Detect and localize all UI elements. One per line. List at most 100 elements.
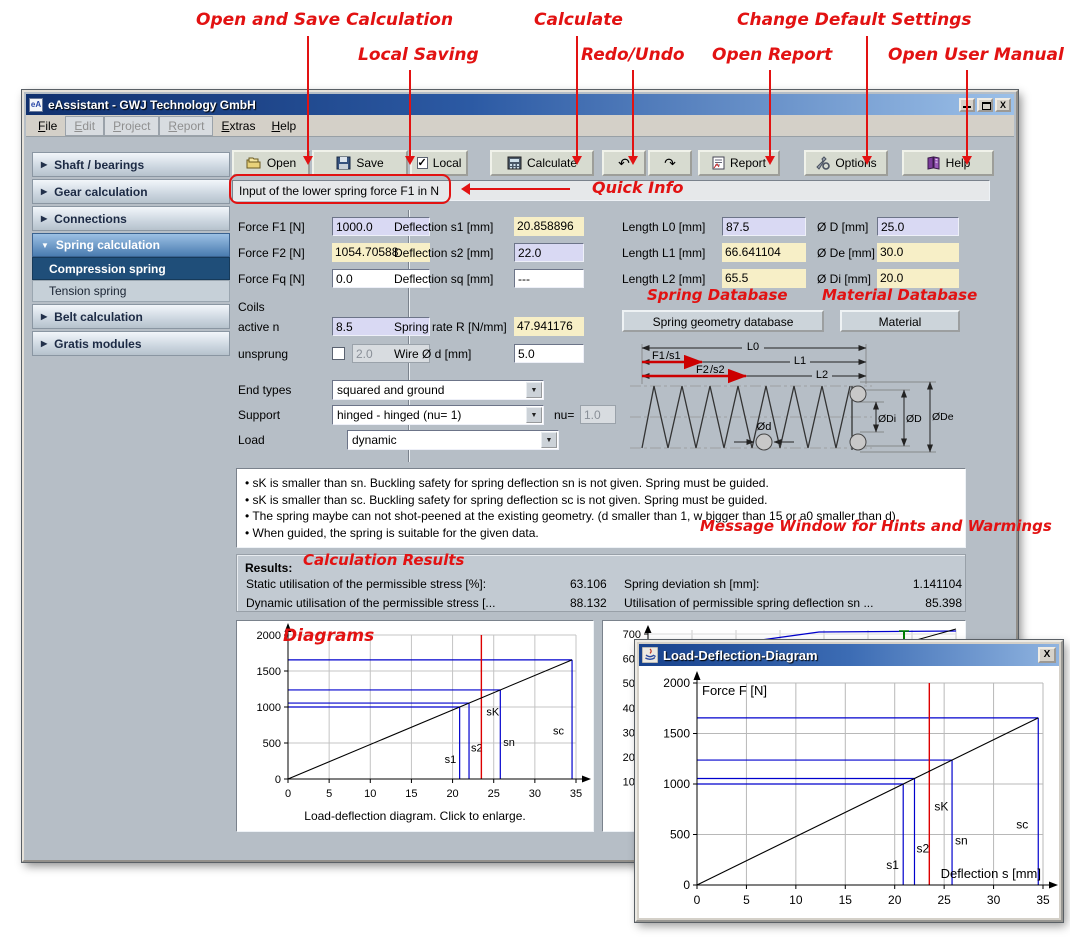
sidebar-item-shaft-bearings[interactable]: ▶ Shaft / bearings bbox=[32, 152, 230, 177]
sidebar-item-connections[interactable]: ▶ Connections bbox=[32, 206, 230, 231]
svg-text:35: 35 bbox=[570, 788, 582, 800]
deflection-s2-field[interactable]: 22.0 bbox=[514, 243, 584, 262]
svg-text:1000: 1000 bbox=[663, 777, 690, 791]
deflection-s1-label: Deflection s1 [mm] bbox=[394, 220, 493, 234]
annotation-arrow bbox=[409, 70, 411, 162]
svg-text:20: 20 bbox=[446, 788, 458, 800]
svg-text:15: 15 bbox=[405, 788, 417, 800]
open-button[interactable]: Open bbox=[232, 150, 310, 176]
float-titlebar[interactable]: Load-Deflection-Diagram X bbox=[639, 644, 1059, 666]
annotation-material-db: Material Database bbox=[822, 286, 977, 304]
dia-de-field[interactable]: 30.0 bbox=[877, 243, 959, 262]
result-label: Utilisation of permissible spring deflec… bbox=[624, 596, 873, 610]
svg-text:sc: sc bbox=[1016, 817, 1028, 831]
svg-text:25: 25 bbox=[937, 893, 951, 907]
annotation-spring-db: Spring Database bbox=[647, 286, 788, 304]
length-l0-field[interactable]: 87.5 bbox=[722, 217, 806, 236]
annotation-calculate: Calculate bbox=[534, 10, 623, 30]
redo-button[interactable]: ↷ bbox=[648, 150, 692, 176]
nu-field: 1.0 bbox=[580, 405, 616, 424]
sidebar-item-gratis-modules[interactable]: ▶ Gratis modules bbox=[32, 331, 230, 356]
end-types-value: squared and ground bbox=[337, 383, 444, 397]
dim-l2-label: L2 bbox=[816, 369, 828, 381]
sidebar-item-label: Compression spring bbox=[49, 262, 166, 276]
dia-d-field[interactable]: 25.0 bbox=[877, 217, 959, 236]
float-close-button[interactable]: X bbox=[1038, 647, 1056, 663]
svg-text:5: 5 bbox=[326, 788, 332, 800]
unsprung-checkbox[interactable] bbox=[332, 347, 345, 360]
dim-l0-label: L0 bbox=[747, 341, 759, 353]
support-label: Support bbox=[238, 408, 280, 422]
local-checkbox[interactable]: ✓ bbox=[417, 157, 428, 169]
result-value: 1.141104 bbox=[902, 577, 962, 591]
material-button[interactable]: Material bbox=[840, 310, 960, 332]
load-deflection-diagram-small[interactable]: s1s2snscsK051015202530350500100015002000… bbox=[236, 620, 594, 832]
deflection-sq-field[interactable]: --- bbox=[514, 269, 584, 288]
force-fq-label: Force Fq [N] bbox=[238, 272, 305, 286]
sidebar-item-tension-spring[interactable]: Tension spring bbox=[32, 280, 230, 302]
sidebar-item-gear-calculation[interactable]: ▶ Gear calculation bbox=[32, 179, 230, 204]
support-select[interactable]: hinged - hinged (nu= 1) ▼ bbox=[332, 405, 544, 425]
deflection-s1-field[interactable]: 20.858896 bbox=[514, 217, 584, 236]
open-folder-icon bbox=[246, 156, 262, 170]
force-f2-label: Force F2 [N] bbox=[238, 246, 305, 260]
load-select[interactable]: dynamic ▼ bbox=[347, 430, 559, 450]
dim-di-label: ØDi bbox=[878, 413, 896, 425]
chevron-down-icon[interactable]: ▼ bbox=[541, 432, 557, 448]
annotation-local-saving: Local Saving bbox=[358, 45, 479, 65]
svg-text:10: 10 bbox=[364, 788, 376, 800]
end-types-select[interactable]: squared and ground ▼ bbox=[332, 380, 544, 400]
annotation-redo-undo: Redo/Undo bbox=[581, 45, 685, 65]
sidebar-item-belt-calculation[interactable]: ▶ Belt calculation bbox=[32, 304, 230, 329]
sidebar-item-spring-calculation[interactable]: ▼ Spring calculation bbox=[32, 233, 230, 257]
dim-de-label: ØDe bbox=[932, 411, 954, 423]
svg-text:2000: 2000 bbox=[663, 676, 690, 690]
report-label: Report bbox=[730, 156, 766, 170]
save-button[interactable]: Save bbox=[312, 150, 408, 176]
annotation-arrow bbox=[866, 36, 868, 162]
maximize-button[interactable] bbox=[977, 98, 993, 112]
results-heading: Results: bbox=[245, 561, 292, 575]
spring-geometry-database-button[interactable]: Spring geometry database bbox=[622, 310, 824, 332]
menu-edit[interactable]: Edit bbox=[65, 116, 104, 136]
float-window-body: s1s2snscsK051015202530350500100015002000… bbox=[639, 666, 1059, 918]
svg-text:s2: s2 bbox=[916, 842, 929, 856]
spring-rate-field[interactable]: 47.941176 bbox=[514, 317, 584, 336]
menu-extras[interactable]: Extras bbox=[213, 117, 263, 135]
annotation-arrow bbox=[576, 36, 578, 162]
collapsed-triangle-icon: ▶ bbox=[41, 312, 47, 321]
sidebar-item-label: Tension spring bbox=[49, 284, 126, 298]
sidebar-item-compression-spring[interactable]: Compression spring bbox=[32, 257, 230, 280]
local-toggle[interactable]: ✓ Local bbox=[410, 150, 468, 176]
options-button[interactable]: Options bbox=[804, 150, 888, 176]
result-value: 88.132 bbox=[570, 596, 607, 610]
local-label: Local bbox=[433, 156, 462, 170]
help-button[interactable]: Help bbox=[902, 150, 994, 176]
help-book-icon bbox=[926, 156, 941, 170]
result-label: Static utilisation of the permissible st… bbox=[246, 577, 486, 591]
chevron-down-icon[interactable]: ▼ bbox=[526, 407, 542, 423]
support-value: hinged - hinged (nu= 1) bbox=[337, 408, 461, 422]
chevron-down-icon[interactable]: ▼ bbox=[526, 382, 542, 398]
result-value: 85.398 bbox=[902, 596, 962, 610]
annotation-open-manual: Open User Manual bbox=[888, 45, 1064, 65]
maximize-icon bbox=[982, 102, 991, 110]
annotation-quick-info: Quick Info bbox=[592, 178, 683, 197]
wire-d-field[interactable]: 5.0 bbox=[514, 344, 584, 363]
close-button[interactable]: X bbox=[995, 98, 1011, 112]
menu-file[interactable]: File bbox=[30, 117, 65, 135]
annotation-arrow bbox=[632, 70, 634, 162]
menu-report[interactable]: Report bbox=[159, 116, 213, 136]
report-document-icon bbox=[712, 156, 725, 170]
annotation-open-report: Open Report bbox=[712, 45, 832, 65]
svg-text:1000: 1000 bbox=[257, 702, 281, 714]
menu-help[interactable]: Help bbox=[263, 117, 304, 135]
load-deflection-chart[interactable]: s1s2snscsK051015202530350500100015002000 bbox=[240, 623, 592, 805]
menu-project[interactable]: Project bbox=[104, 116, 159, 136]
svg-text:20: 20 bbox=[888, 893, 902, 907]
save-floppy-icon bbox=[336, 156, 351, 170]
calculate-label: Calculate bbox=[527, 156, 577, 170]
undo-button[interactable]: ↶ bbox=[602, 150, 646, 176]
length-l1-field[interactable]: 66.641104 bbox=[722, 243, 806, 262]
float-window-load-deflection: Load-Deflection-Diagram X s1s2snscsK0510… bbox=[635, 640, 1063, 922]
